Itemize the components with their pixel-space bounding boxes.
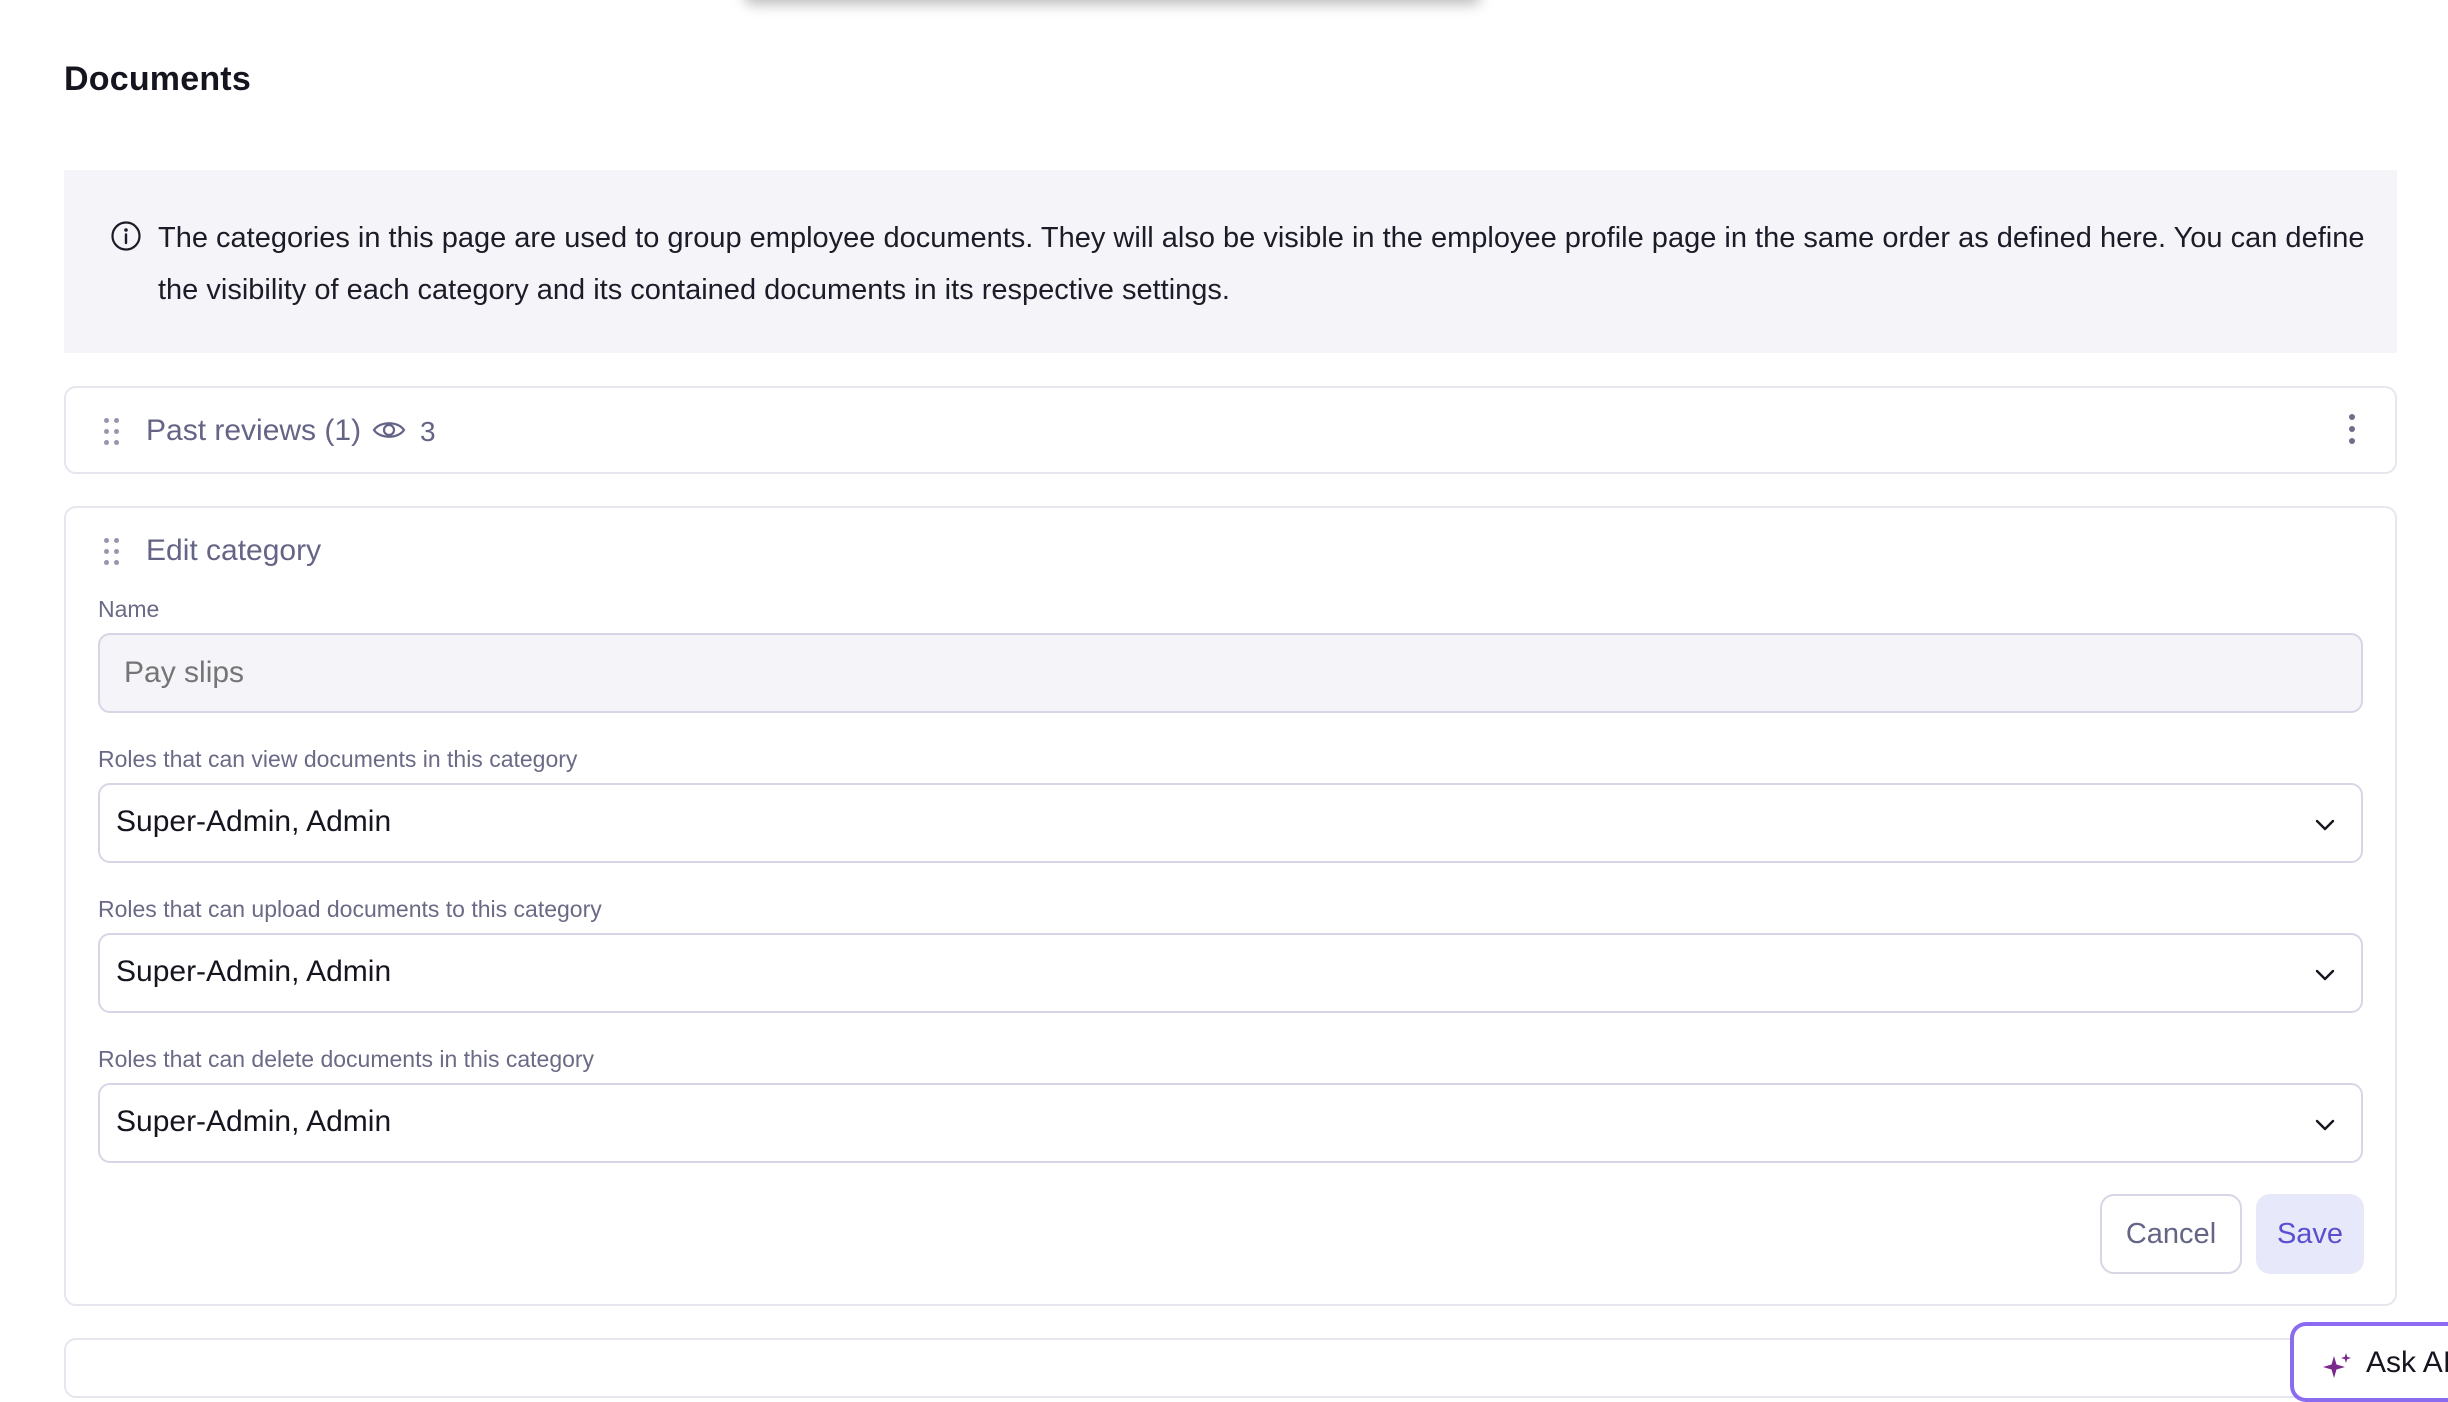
edit-category-card: Edit category Name Roles that can view d… <box>64 506 2397 1306</box>
name-input[interactable] <box>98 633 2363 713</box>
info-icon <box>111 221 141 251</box>
save-button[interactable]: Save <box>2256 1194 2364 1274</box>
delete-roles-label: Roles that can delete documents in this … <box>98 1046 595 1072</box>
sparkle-icon <box>2323 1353 2351 1378</box>
category-card-next[interactable] <box>64 1338 2397 1398</box>
eye-icon <box>372 422 406 438</box>
visibility-count: 3 <box>420 416 436 447</box>
drag-handle-icon[interactable] <box>104 538 122 566</box>
edit-category-title: Edit category <box>146 534 322 567</box>
name-label: Name <box>98 596 160 622</box>
upload-roles-value: Super-Admin, Admin <box>116 955 392 988</box>
cancel-button[interactable]: Cancel <box>2100 1194 2242 1274</box>
ask-ai-label: Ask AI <box>2366 1346 2448 1379</box>
info-banner: The categories in this page are used to … <box>64 170 2397 353</box>
kebab-menu-icon[interactable] <box>2347 414 2357 444</box>
delete-roles-select[interactable]: Super-Admin, Admin <box>98 1083 2363 1163</box>
ask-ai-button[interactable]: Ask AI <box>2290 1322 2448 1402</box>
upload-roles-select[interactable]: Super-Admin, Admin <box>98 933 2363 1013</box>
category-title[interactable]: Past reviews (1) <box>146 414 361 448</box>
view-roles-value: Super-Admin, Admin <box>116 805 392 838</box>
upload-roles-label: Roles that can upload documents to this … <box>98 896 602 922</box>
chevron-down-icon <box>2315 969 2335 981</box>
drag-handle-icon[interactable] <box>104 418 122 446</box>
delete-roles-value: Super-Admin, Admin <box>116 1105 392 1138</box>
category-card-past-reviews[interactable]: Past reviews (1) 3 <box>64 386 2397 474</box>
chevron-down-icon <box>2315 819 2335 831</box>
view-roles-label: Roles that can view documents in this ca… <box>98 746 578 772</box>
page-title: Documents <box>64 60 251 98</box>
info-banner-text: The categories in this page are used to … <box>158 222 2365 306</box>
chevron-down-icon <box>2315 1119 2335 1131</box>
view-roles-select[interactable]: Super-Admin, Admin <box>98 783 2363 863</box>
